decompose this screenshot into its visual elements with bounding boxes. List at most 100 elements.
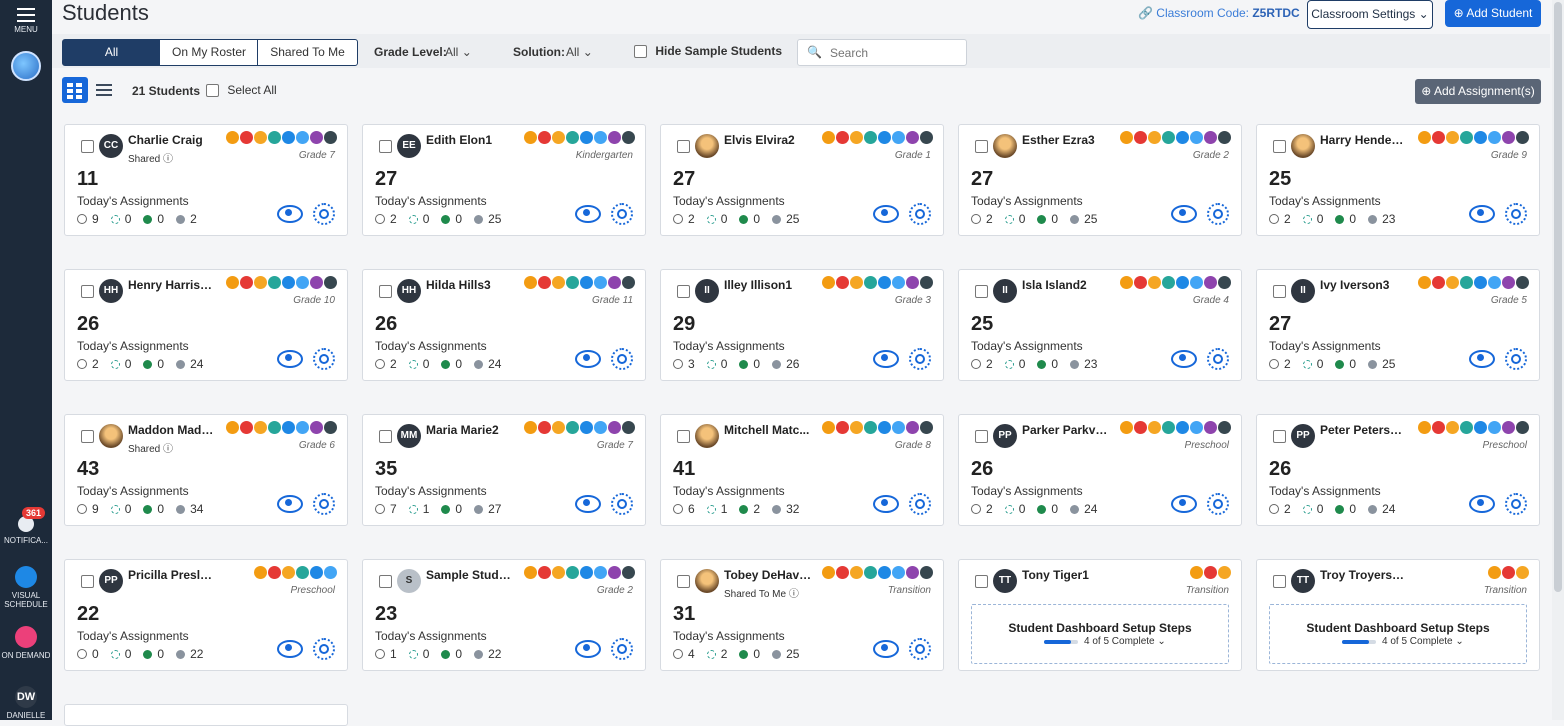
student-select-checkbox[interactable] <box>677 140 690 153</box>
select-all-checkbox[interactable] <box>206 84 219 98</box>
student-name[interactable]: Tony Tiger1 <box>1022 568 1089 582</box>
student-settings-gear-icon[interactable] <box>1505 203 1527 225</box>
student-card[interactable]: HH Hilda Hills3 Grade 11 26 Today's Assignme… <box>362 269 646 381</box>
view-student-eye-icon[interactable] <box>575 350 601 368</box>
student-card[interactable]: S Sample Stude... Grade 2 23 Today's Assignm… <box>362 559 646 671</box>
student-settings-gear-icon[interactable] <box>909 348 931 370</box>
classroom-settings-button[interactable]: Classroom Settings ⌄ <box>1307 0 1433 29</box>
view-student-eye-icon[interactable] <box>277 640 303 658</box>
student-select-checkbox[interactable] <box>1273 430 1286 443</box>
select-all[interactable]: Select All <box>206 83 277 98</box>
student-name[interactable]: Mitchell Matc... <box>724 423 809 437</box>
scrollbar-thumb[interactable] <box>1554 2 1562 592</box>
search-box[interactable]: 🔍 <box>797 39 967 66</box>
view-student-eye-icon[interactable] <box>575 205 601 223</box>
student-card[interactable]: EE Edith Elon1 Kindergarten 27 Today's Assig… <box>362 124 646 236</box>
add-assignments-button[interactable]: ⊕ Add Assignment(s) <box>1415 79 1541 104</box>
student-card[interactable]: PP Parker Parkvie... Preschool 26 Today's As… <box>958 414 1242 526</box>
view-student-eye-icon[interactable] <box>873 350 899 368</box>
view-student-eye-icon[interactable] <box>1171 495 1197 513</box>
add-student-button[interactable]: ⊕ Add Student <box>1445 0 1541 27</box>
student-settings-gear-icon[interactable] <box>1207 203 1229 225</box>
student-name[interactable]: Maddon Madd... <box>128 423 216 437</box>
student-settings-gear-icon[interactable] <box>313 638 335 660</box>
app-logo-icon[interactable] <box>11 51 41 81</box>
view-student-eye-icon[interactable] <box>1469 205 1495 223</box>
student-settings-gear-icon[interactable] <box>611 203 633 225</box>
solution-select[interactable]: All ⌄ <box>566 45 593 59</box>
student-card[interactable]: TT Troy Troyerson2 Transition Student Dashb… <box>1256 559 1540 671</box>
student-select-checkbox[interactable] <box>975 575 988 588</box>
student-name[interactable]: Charlie Craig <box>128 133 203 147</box>
student-card[interactable]: Elvis Elvira2 Grade 1 27 Today's Assignment… <box>660 124 944 236</box>
student-select-checkbox[interactable] <box>379 430 392 443</box>
view-student-eye-icon[interactable] <box>1171 205 1197 223</box>
classroom-code[interactable]: 🔗 Classroom Code: Z5RTDC <box>1138 6 1300 20</box>
student-name[interactable]: Troy Troyerson2 <box>1320 568 1408 582</box>
setup-progress-text[interactable]: 4 of 5 Complete ⌄ <box>1382 636 1464 647</box>
student-select-checkbox[interactable] <box>1273 140 1286 153</box>
dashboard-setup-panel[interactable]: Student Dashboard Setup Steps 4 of 5 Comp… <box>1269 604 1527 664</box>
student-settings-gear-icon[interactable] <box>909 638 931 660</box>
student-settings-gear-icon[interactable] <box>611 348 633 370</box>
page-scrollbar[interactable] <box>1552 0 1564 720</box>
student-name[interactable]: Peter Peterson2 <box>1320 423 1408 437</box>
student-name[interactable]: Sample Stude... <box>426 568 514 582</box>
student-settings-gear-icon[interactable] <box>909 493 931 515</box>
student-name[interactable]: Pricilla Presley3 <box>128 568 216 582</box>
student-name[interactable]: Parker Parkvie... <box>1022 423 1110 437</box>
student-select-checkbox[interactable] <box>677 285 690 298</box>
student-name[interactable]: Hilda Hills3 <box>426 278 491 292</box>
student-select-checkbox[interactable] <box>975 430 988 443</box>
student-card[interactable]: II Isla Island2 Grade 4 25 Today's Assignmen… <box>958 269 1242 381</box>
hide-sample-checkbox[interactable] <box>634 45 647 59</box>
student-name[interactable]: Illey Illison1 <box>724 278 792 292</box>
view-student-eye-icon[interactable] <box>277 205 303 223</box>
student-name[interactable]: Maria Marie2 <box>426 423 499 437</box>
student-card[interactable]: Maddon Madd... Shared ⓘ Grade 6 43 Today's A… <box>64 414 348 526</box>
visual-schedule-button[interactable]: VISUAL SCHEDULE <box>0 566 52 609</box>
student-card[interactable]: Mitchell Matc... Grade 8 41 Today's Assignm… <box>660 414 944 526</box>
student-card[interactable]: II Ivy Iverson3 Grade 5 27 Today's Assignmen… <box>1256 269 1540 381</box>
user-profile-button[interactable]: DW DANIELLE <box>0 686 52 720</box>
student-name[interactable]: Edith Elon1 <box>426 133 492 147</box>
student-select-checkbox[interactable] <box>975 140 988 153</box>
list-view-icon[interactable] <box>96 82 112 98</box>
view-student-eye-icon[interactable] <box>873 205 899 223</box>
student-name[interactable]: Esther Ezra3 <box>1022 133 1095 147</box>
student-settings-gear-icon[interactable] <box>313 203 335 225</box>
student-card[interactable]: II Illey Illison1 Grade 3 29 Today's Assignm… <box>660 269 944 381</box>
student-settings-gear-icon[interactable] <box>611 493 633 515</box>
student-name[interactable]: Isla Island2 <box>1022 278 1087 292</box>
student-card[interactable]: HH Henry Harriso... Grade 10 26 Today's Assi… <box>64 269 348 381</box>
student-settings-gear-icon[interactable] <box>1207 493 1229 515</box>
student-select-checkbox[interactable] <box>975 285 988 298</box>
student-card[interactable]: PP Peter Peterson2 Preschool 26 Today's Assi… <box>1256 414 1540 526</box>
student-name[interactable]: Henry Harriso... <box>128 278 216 292</box>
student-select-checkbox[interactable] <box>379 285 392 298</box>
student-select-checkbox[interactable] <box>677 430 690 443</box>
student-settings-gear-icon[interactable] <box>1505 348 1527 370</box>
student-name[interactable]: Elvis Elvira2 <box>724 133 795 147</box>
view-student-eye-icon[interactable] <box>575 495 601 513</box>
dashboard-setup-panel[interactable]: Student Dashboard Setup Steps 4 of 5 Comp… <box>971 604 1229 664</box>
student-select-checkbox[interactable] <box>1273 285 1286 298</box>
grid-view-icon[interactable] <box>62 77 88 103</box>
student-select-checkbox[interactable] <box>81 575 94 588</box>
student-settings-gear-icon[interactable] <box>313 348 335 370</box>
student-select-checkbox[interactable] <box>1273 575 1286 588</box>
student-card[interactable]: MM Maria Marie2 Grade 7 35 Today's Assignmen… <box>362 414 646 526</box>
student-select-checkbox[interactable] <box>677 575 690 588</box>
student-settings-gear-icon[interactable] <box>313 493 335 515</box>
search-input[interactable] <box>828 43 962 63</box>
tab-on-my-roster[interactable]: On My Roster <box>159 39 259 66</box>
student-settings-gear-icon[interactable] <box>1207 348 1229 370</box>
student-card[interactable]: Tobey DeHaven Shared To Me ⓘ Transition 31 T… <box>660 559 944 671</box>
view-student-eye-icon[interactable] <box>1469 350 1495 368</box>
student-card[interactable]: PP Pricilla Presley3 Preschool 22 Today's As… <box>64 559 348 671</box>
student-settings-gear-icon[interactable] <box>909 203 931 225</box>
view-student-eye-icon[interactable] <box>873 640 899 658</box>
on-demand-button[interactable]: ON DEMAND <box>0 626 52 660</box>
grade-level-select[interactable]: All ⌄ <box>445 45 472 59</box>
student-settings-gear-icon[interactable] <box>1505 493 1527 515</box>
